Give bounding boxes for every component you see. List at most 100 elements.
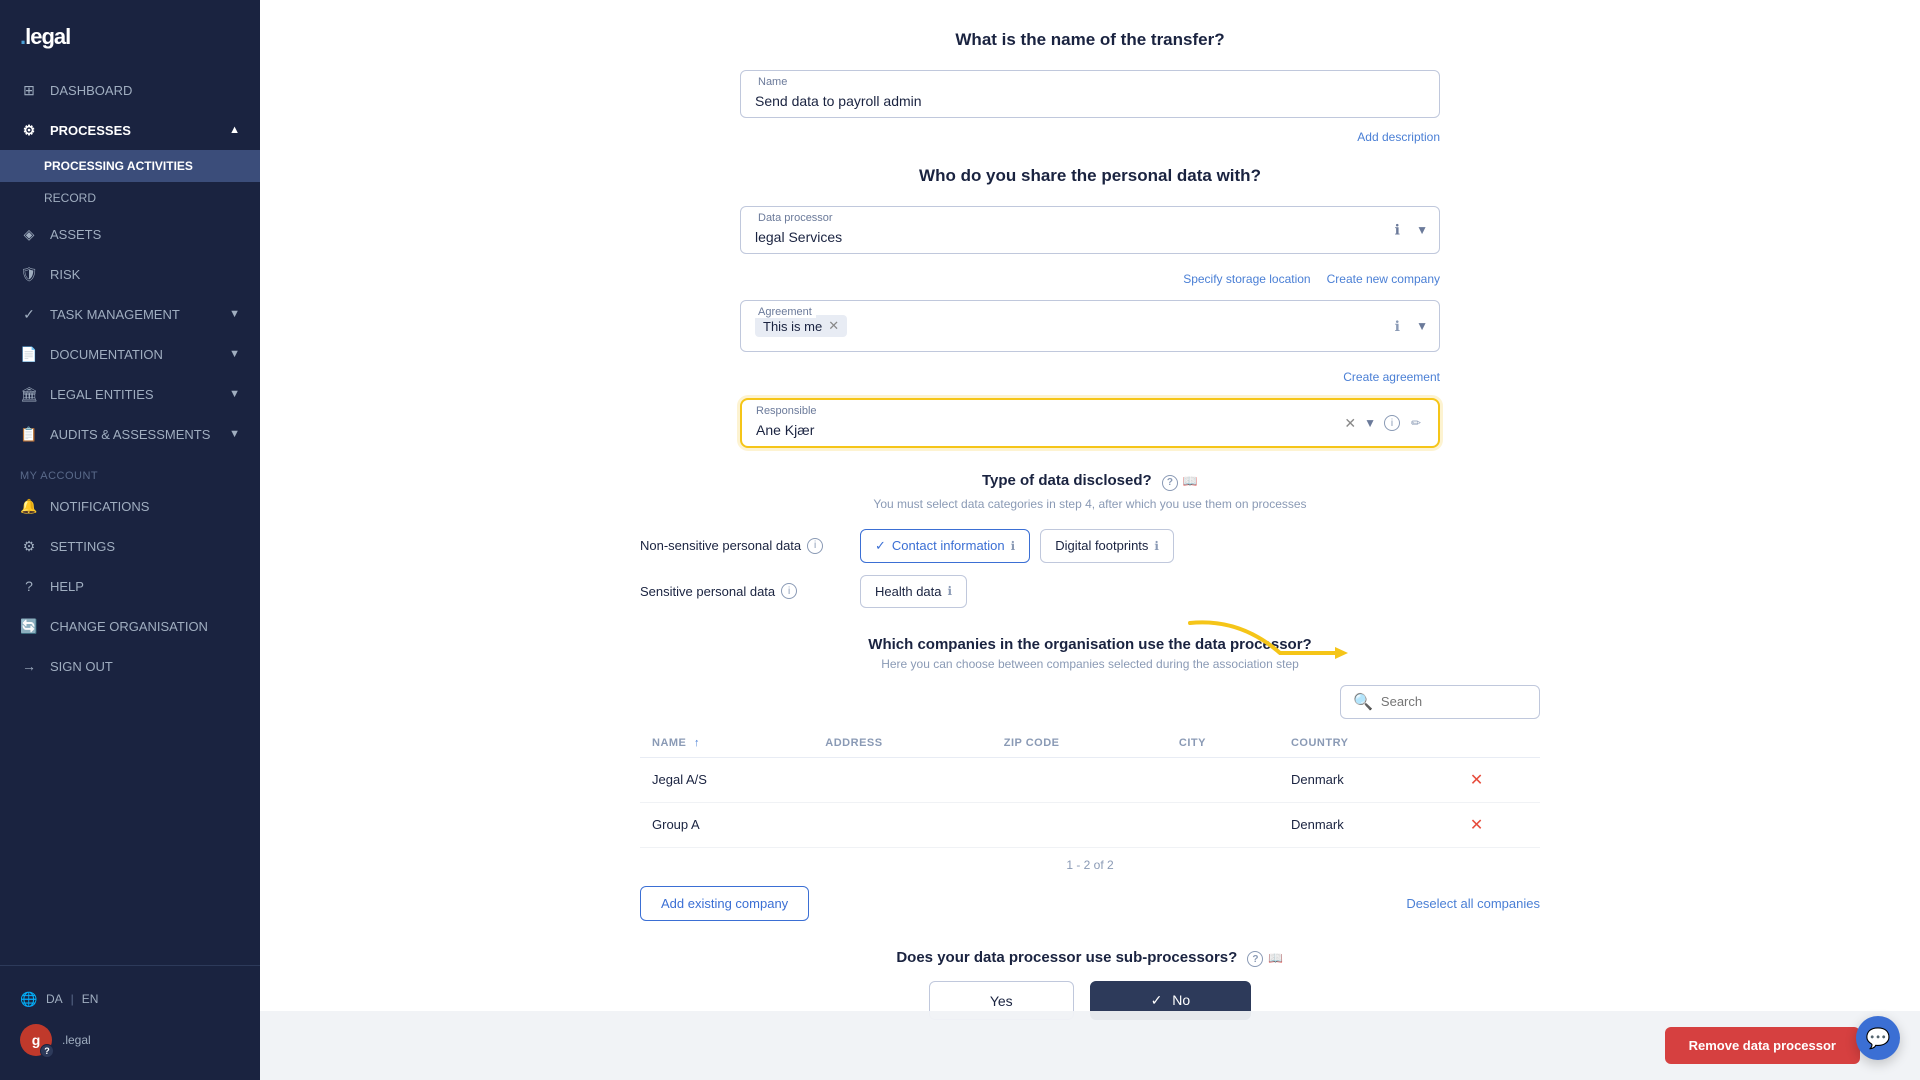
change-org-icon: 🔄 (20, 617, 38, 635)
agreement-info-icon[interactable]: ℹ (1395, 318, 1400, 335)
chevron-down-icon: ▼ (229, 428, 240, 440)
sidebar-item-dashboard[interactable]: ⊞ DASHBOARD (0, 70, 260, 110)
sidebar-item-record[interactable]: RECORD (0, 182, 260, 214)
col-city: CITY (1167, 729, 1279, 758)
agreement-remove-icon[interactable]: ✕ (828, 318, 839, 334)
sidebar-item-task-management[interactable]: ✓ TASK MANAGEMENT ▼ (0, 294, 260, 334)
sidebar-item-label: CHANGE ORGANISATION (50, 619, 208, 634)
col-name[interactable]: NAME ↑ (640, 729, 813, 758)
avatar[interactable]: g ? (20, 1024, 52, 1056)
chat-button[interactable]: 💬 (1856, 1016, 1900, 1060)
sidebar-item-notifications[interactable]: 🔔 NOTIFICATIONS (0, 486, 260, 526)
responsible-info-icon[interactable]: i (1384, 415, 1400, 431)
data-processor-group: Data processor legal Services ℹ ▼ (740, 206, 1440, 254)
create-new-company-link[interactable]: Create new company (1327, 272, 1440, 286)
tag-info-icon[interactable]: ℹ (1154, 539, 1159, 553)
tag-label: Digital footprints (1055, 538, 1148, 553)
responsible-dropdown-icon[interactable]: ▼ (1364, 416, 1376, 430)
sub-processors-section: Does your data processor use sub-process… (510, 949, 1670, 1021)
non-sensitive-label: Non-sensitive personal data i (640, 538, 860, 554)
data-processor-actions: Specify storage location Create new comp… (740, 272, 1440, 286)
sort-arrow-icon: ↑ (694, 737, 700, 749)
company-country: Denmark (1279, 802, 1458, 847)
agreement-actions: Create agreement (740, 370, 1440, 384)
create-agreement-link[interactable]: Create agreement (1343, 370, 1440, 384)
remove-data-processor-button[interactable]: Remove data processor (1665, 1027, 1860, 1064)
col-address: ADDRESS (813, 729, 991, 758)
check-icon: ✓ (875, 538, 886, 554)
sensitive-label: Sensitive personal data i (640, 583, 860, 599)
tag-label: Health data (875, 584, 942, 599)
agreement-label: Agreement (754, 306, 816, 318)
sidebar-item-label: HELP (50, 579, 84, 594)
search-box: 🔍 (1340, 685, 1540, 719)
non-sensitive-tags: ✓ Contact information ℹ Digital footprin… (860, 529, 1174, 563)
sidebar-item-audits[interactable]: 📋 AUDITS & ASSESSMENTS ▼ (0, 414, 260, 454)
sensitive-row: Sensitive personal data i Health data ℹ (640, 575, 1540, 608)
tag-info-icon[interactable]: ℹ (1011, 539, 1016, 553)
data-type-hint: You must select data categories in step … (510, 497, 1670, 511)
check-icon: ✓ (1151, 992, 1163, 1008)
transfer-name-input[interactable] (740, 70, 1440, 118)
sidebar-item-label: TASK MANAGEMENT (50, 307, 180, 322)
sidebar-item-settings[interactable]: ⚙ SETTINGS (0, 526, 260, 566)
add-description-link[interactable]: Add description (1357, 130, 1440, 144)
share-question: Who do you share the personal data with? (510, 166, 1670, 186)
sidebar-footer: 🌐 DA | EN g ? .legal (0, 965, 260, 1080)
sidebar-item-assets[interactable]: ◈ ASSETS (0, 214, 260, 254)
deselect-all-companies-link[interactable]: Deselect all companies (1406, 896, 1540, 911)
search-icon: 🔍 (1353, 692, 1373, 712)
specify-storage-link[interactable]: Specify storage location (1183, 272, 1310, 286)
data-processor-select[interactable]: legal Services (740, 206, 1440, 254)
col-actions (1458, 729, 1540, 758)
data-type-book-icon[interactable]: 📖 (1182, 473, 1198, 489)
data-type-help-icon[interactable]: ? (1162, 475, 1178, 491)
data-type-question: Type of data disclosed? ? 📖 (510, 472, 1670, 491)
sign-out-icon: → (20, 657, 38, 675)
tag-info-icon[interactable]: ℹ (948, 584, 953, 598)
search-row: 🔍 (640, 685, 1540, 719)
remove-company-button[interactable]: ✕ (1470, 817, 1483, 834)
table-actions: Add existing company Deselect all compan… (640, 886, 1540, 921)
tag-health-data[interactable]: Health data ℹ (860, 575, 967, 608)
dashboard-icon: ⊞ (20, 81, 38, 99)
add-existing-company-button[interactable]: Add existing company (640, 886, 809, 921)
lang-da[interactable]: DA (46, 992, 63, 1006)
agreement-tag: This is me ✕ (755, 315, 847, 337)
chevron-up-icon: ▲ (229, 124, 240, 136)
sidebar-item-documentation[interactable]: 📄 DOCUMENTATION ▼ (0, 334, 260, 374)
company-address (813, 757, 991, 802)
sidebar-item-change-organisation[interactable]: 🔄 CHANGE ORGANISATION (0, 606, 260, 646)
non-sensitive-info-icon[interactable]: i (807, 538, 823, 554)
sidebar-item-label: PROCESSES (50, 123, 131, 138)
lang-en[interactable]: EN (82, 992, 99, 1006)
sub-processors-help-icon[interactable]: ? (1247, 951, 1263, 967)
responsible-book-icon[interactable]: ✏ (1408, 415, 1424, 431)
sidebar-item-help[interactable]: ? HELP (0, 566, 260, 606)
legal-entities-icon: 🏛 (20, 385, 38, 403)
data-processor-info-icon[interactable]: ℹ (1395, 222, 1400, 239)
sidebar-item-sign-out[interactable]: → SIGN OUT (0, 646, 260, 686)
documentation-icon: 📄 (20, 345, 38, 363)
sub-processors-book-icon[interactable]: 📖 (1268, 950, 1284, 966)
sensitive-info-icon[interactable]: i (781, 583, 797, 599)
avatar-badge: ? (40, 1044, 54, 1058)
companies-hint: Here you can choose between companies se… (510, 657, 1670, 671)
responsible-icons: i ✏ (1384, 415, 1424, 431)
tag-digital-footprints[interactable]: Digital footprints ℹ (1040, 529, 1174, 563)
logo-dot: . (20, 24, 25, 49)
responsible-clear-icon[interactable]: ✕ (1344, 415, 1356, 432)
sidebar-item-legal-entities[interactable]: 🏛 LEGAL ENTITIES ▼ (0, 374, 260, 414)
sidebar-item-label: DOCUMENTATION (50, 347, 163, 362)
sidebar-item-processing-activities[interactable]: PROCESSING ACTIVITIES (0, 150, 260, 182)
remove-company-button[interactable]: ✕ (1470, 772, 1483, 789)
company-address (813, 802, 991, 847)
company-country: Denmark (1279, 757, 1458, 802)
responsible-field-wrapper: Responsible Ane Kjær ✕ ▼ i ✏ (740, 398, 1440, 448)
main-content: What is the name of the transfer? Name A… (260, 0, 1920, 1080)
search-input[interactable] (1381, 694, 1527, 709)
sidebar-item-processes[interactable]: ⚙ PROCESSES ▲ (0, 110, 260, 150)
tag-contact-information[interactable]: ✓ Contact information ℹ (860, 529, 1030, 563)
sidebar-item-risk[interactable]: 🛡 RISK (0, 254, 260, 294)
sidebar-nav: ⊞ DASHBOARD ⚙ PROCESSES ▲ PROCESSING ACT… (0, 70, 260, 965)
